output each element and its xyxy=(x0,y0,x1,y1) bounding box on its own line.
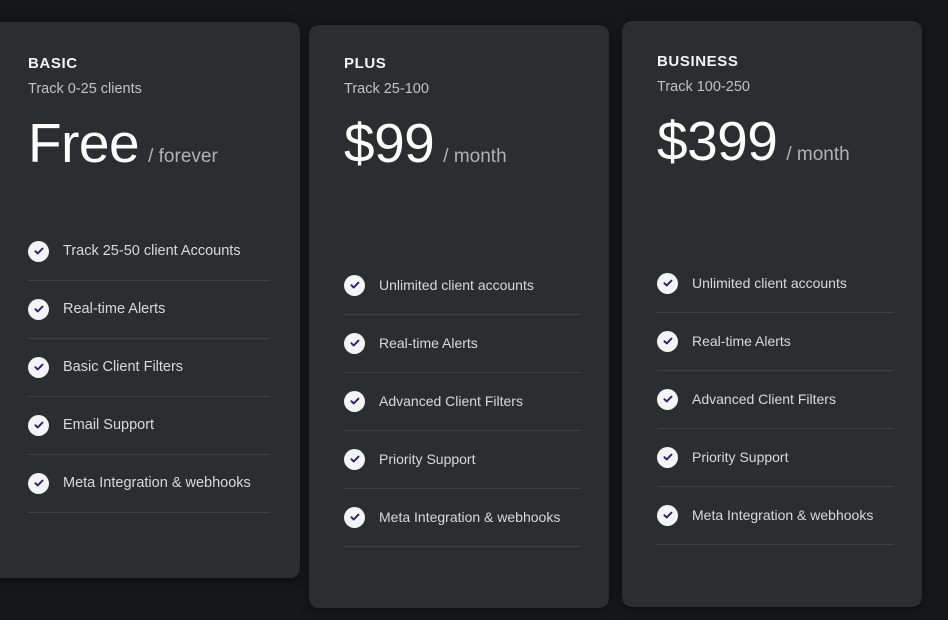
check-circle-icon xyxy=(657,446,678,468)
check-circle-icon xyxy=(344,332,365,354)
feature-label: Advanced Client Filters xyxy=(379,392,523,409)
feature-item: Meta Integration & webhooks xyxy=(657,487,894,545)
plan-name-business: BUSINESS xyxy=(657,53,739,70)
feature-item: Meta Integration & webhooks xyxy=(344,489,581,547)
feature-label: Unlimited client accounts xyxy=(692,274,847,291)
plan-price-period-plus: / month xyxy=(443,145,507,167)
feature-item: Priority Support xyxy=(657,429,894,487)
plan-card-plus-content: PLUS Track 25-100 $99 / month Unlimited … xyxy=(309,25,609,608)
feature-label: Advanced Client Filters xyxy=(692,390,836,407)
check-circle-icon xyxy=(344,506,365,528)
feature-item: Unlimited client accounts xyxy=(344,257,581,315)
check-circle-icon xyxy=(344,448,365,470)
plan-card-basic-content: BASIC Track 0-25 clients Free / forever … xyxy=(0,22,300,578)
feature-label: Basic Client Filters xyxy=(63,359,184,376)
pricing-plans-section: BASIC Track 0-25 clients Free / forever … xyxy=(0,0,948,620)
feature-item: Advanced Client Filters xyxy=(657,371,894,429)
feature-item: Unlimited client accounts xyxy=(657,255,894,313)
feature-item: Real-time Alerts xyxy=(657,313,894,371)
plan-name-plus: PLUS xyxy=(344,55,387,72)
feature-label: Real-time Alerts xyxy=(692,332,791,349)
plan-range-business: Track 100-250 xyxy=(657,78,750,95)
plan-price-plus: $99 / month xyxy=(344,111,581,174)
feature-item: Real-time Alerts xyxy=(344,315,581,373)
plan-price-amount-plus: $99 xyxy=(344,111,435,174)
check-circle-icon xyxy=(657,272,678,294)
feature-item: Email Support xyxy=(28,397,270,455)
feature-item: Meta Integration & webhooks xyxy=(28,455,270,513)
check-circle-icon xyxy=(657,330,678,352)
feature-item: Priority Support xyxy=(344,431,581,489)
check-circle-icon xyxy=(344,390,365,412)
check-circle-icon xyxy=(344,274,365,296)
feature-item: Basic Client Filters xyxy=(28,339,270,397)
plan-card-plus[interactable]: PLUS Track 25-100 $99 / month Unlimited … xyxy=(309,25,609,608)
feature-list-basic: Track 25-50 client Accounts Real-time Al… xyxy=(28,223,270,513)
plan-card-basic[interactable]: BASIC Track 0-25 clients Free / forever … xyxy=(0,22,300,578)
plan-name-basic: BASIC xyxy=(28,55,78,72)
plan-price-basic: Free / forever xyxy=(28,111,270,174)
plan-price-amount-basic: Free xyxy=(28,111,140,174)
feature-label: Priority Support xyxy=(379,450,476,467)
feature-list-plus: Unlimited client accounts Real-time Aler… xyxy=(344,257,581,547)
feature-list-business: Unlimited client accounts Real-time Aler… xyxy=(657,255,894,545)
feature-label: Meta Integration & webhooks xyxy=(63,475,251,492)
plan-price-business: $399 / month xyxy=(657,109,894,172)
feature-label: Real-time Alerts xyxy=(63,301,166,318)
check-circle-icon xyxy=(28,414,49,436)
check-circle-icon xyxy=(28,356,49,378)
plan-price-amount-business: $399 xyxy=(657,109,778,172)
plan-price-period-business: / month xyxy=(786,143,850,165)
check-circle-icon xyxy=(28,472,49,494)
plan-range-basic: Track 0-25 clients xyxy=(28,80,142,97)
feature-label: Meta Integration & webhooks xyxy=(692,506,874,523)
check-circle-icon xyxy=(28,298,49,320)
check-circle-icon xyxy=(657,388,678,410)
plan-range-plus: Track 25-100 xyxy=(344,80,429,97)
feature-label: Priority Support xyxy=(692,448,789,465)
feature-item: Track 25-50 client Accounts xyxy=(28,223,270,281)
feature-label: Email Support xyxy=(63,417,155,434)
plan-card-business-content: BUSINESS Track 100-250 $399 / month Unli… xyxy=(622,21,922,607)
check-circle-icon xyxy=(28,240,49,262)
check-circle-icon xyxy=(657,504,678,526)
feature-item: Advanced Client Filters xyxy=(344,373,581,431)
feature-label: Track 25-50 client Accounts xyxy=(63,243,241,260)
plan-card-business[interactable]: BUSINESS Track 100-250 $399 / month Unli… xyxy=(622,21,922,607)
feature-label: Real-time Alerts xyxy=(379,334,478,351)
feature-item: Real-time Alerts xyxy=(28,281,270,339)
feature-label: Meta Integration & webhooks xyxy=(379,508,561,525)
feature-label: Unlimited client accounts xyxy=(379,276,534,293)
plan-price-period-basic: / forever xyxy=(148,145,218,167)
